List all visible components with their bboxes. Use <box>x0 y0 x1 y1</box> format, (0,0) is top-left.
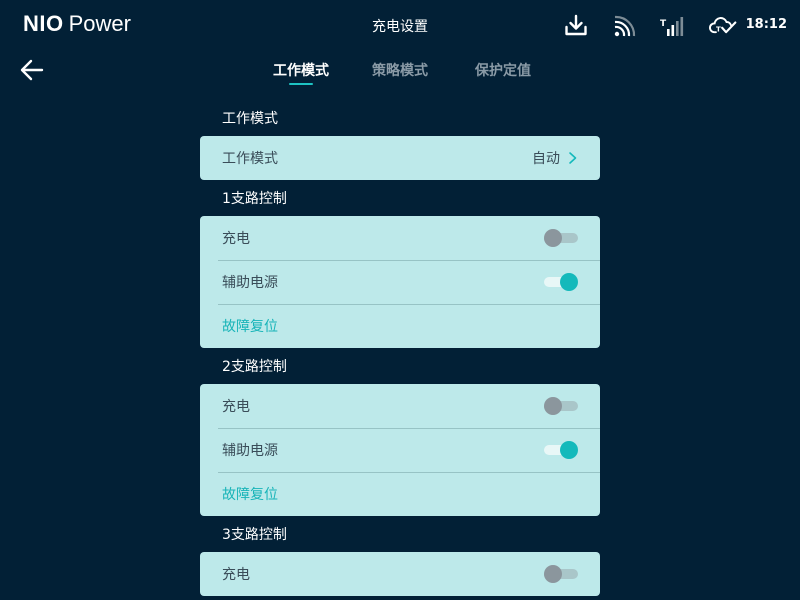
tab-protection-settings[interactable]: 保护定值 <box>475 61 531 81</box>
work-mode-value: 自动 <box>532 148 578 168</box>
branch-1-aux-power-toggle[interactable] <box>544 273 578 291</box>
clock: 18:12 <box>745 17 787 32</box>
tab-label: 工作模式 <box>273 63 329 79</box>
chevron-right-icon <box>569 152 577 164</box>
row-label: 充电 <box>222 399 250 415</box>
section-label-branch-2: 2支路控制 <box>222 359 287 375</box>
status-bar: NIO Power 充电设置 T T 18:12 <box>0 0 800 50</box>
tab-work-mode[interactable]: 工作模式 <box>273 61 329 85</box>
branch-3-charge-toggle[interactable] <box>544 565 578 583</box>
cloud-check-icon: T <box>709 17 737 33</box>
row-value: 自动 <box>532 151 560 167</box>
fault-reset-label: 故障复位 <box>222 319 278 335</box>
branch-2-charge-toggle[interactable] <box>544 397 578 415</box>
row-label: 工作模式 <box>222 151 278 167</box>
svg-text:T: T <box>660 19 667 29</box>
tab-strategy-mode[interactable]: 策略模式 <box>372 61 428 81</box>
row-label: 辅助电源 <box>222 443 278 459</box>
fault-reset-label: 故障复位 <box>222 487 278 503</box>
section-label-branch-1: 1支路控制 <box>222 191 287 207</box>
cellular-signal-icon: T <box>660 17 684 36</box>
branch-3-charge-row: 充电 <box>200 552 600 596</box>
status-icons: T T <box>542 13 738 39</box>
branch-1-charge-toggle[interactable] <box>544 229 578 247</box>
work-mode-row[interactable]: 工作模式 自动 <box>200 136 600 180</box>
tab-label: 保护定值 <box>475 63 531 79</box>
branch-2-card: 充电 辅助电源 故障复位 <box>200 384 600 516</box>
svg-text:T: T <box>716 24 721 33</box>
branch-1-charge-row: 充电 <box>200 216 600 260</box>
tab-label: 策略模式 <box>372 63 428 79</box>
work-mode-card: 工作模式 自动 <box>200 136 600 180</box>
branch-2-charge-row: 充电 <box>200 384 600 428</box>
row-label: 辅助电源 <box>222 275 278 291</box>
branch-1-card: 充电 辅助电源 故障复位 <box>200 216 600 348</box>
settings-content: 工作模式 工作模式 自动 1支路控制 充电 辅助电源 故障复位 2支路控制 充电… <box>200 108 600 600</box>
active-tab-indicator <box>289 83 313 85</box>
wireless-signal-icon <box>614 15 636 37</box>
branch-2-fault-reset-button[interactable]: 故障复位 <box>200 472 600 516</box>
section-label-branch-3: 3支路控制 <box>222 527 287 543</box>
section-label-work-mode: 工作模式 <box>222 111 278 127</box>
tab-bar: 工作模式 策略模式 保护定值 <box>0 61 800 91</box>
row-label: 充电 <box>222 567 250 583</box>
branch-2-aux-power-row: 辅助电源 <box>200 428 600 472</box>
branch-1-aux-power-row: 辅助电源 <box>200 260 600 304</box>
branch-3-card: 充电 <box>200 552 600 596</box>
download-icon[interactable] <box>561 13 591 39</box>
row-label: 充电 <box>222 231 250 247</box>
branch-1-fault-reset-button[interactable]: 故障复位 <box>200 304 600 348</box>
branch-2-aux-power-toggle[interactable] <box>544 441 578 459</box>
